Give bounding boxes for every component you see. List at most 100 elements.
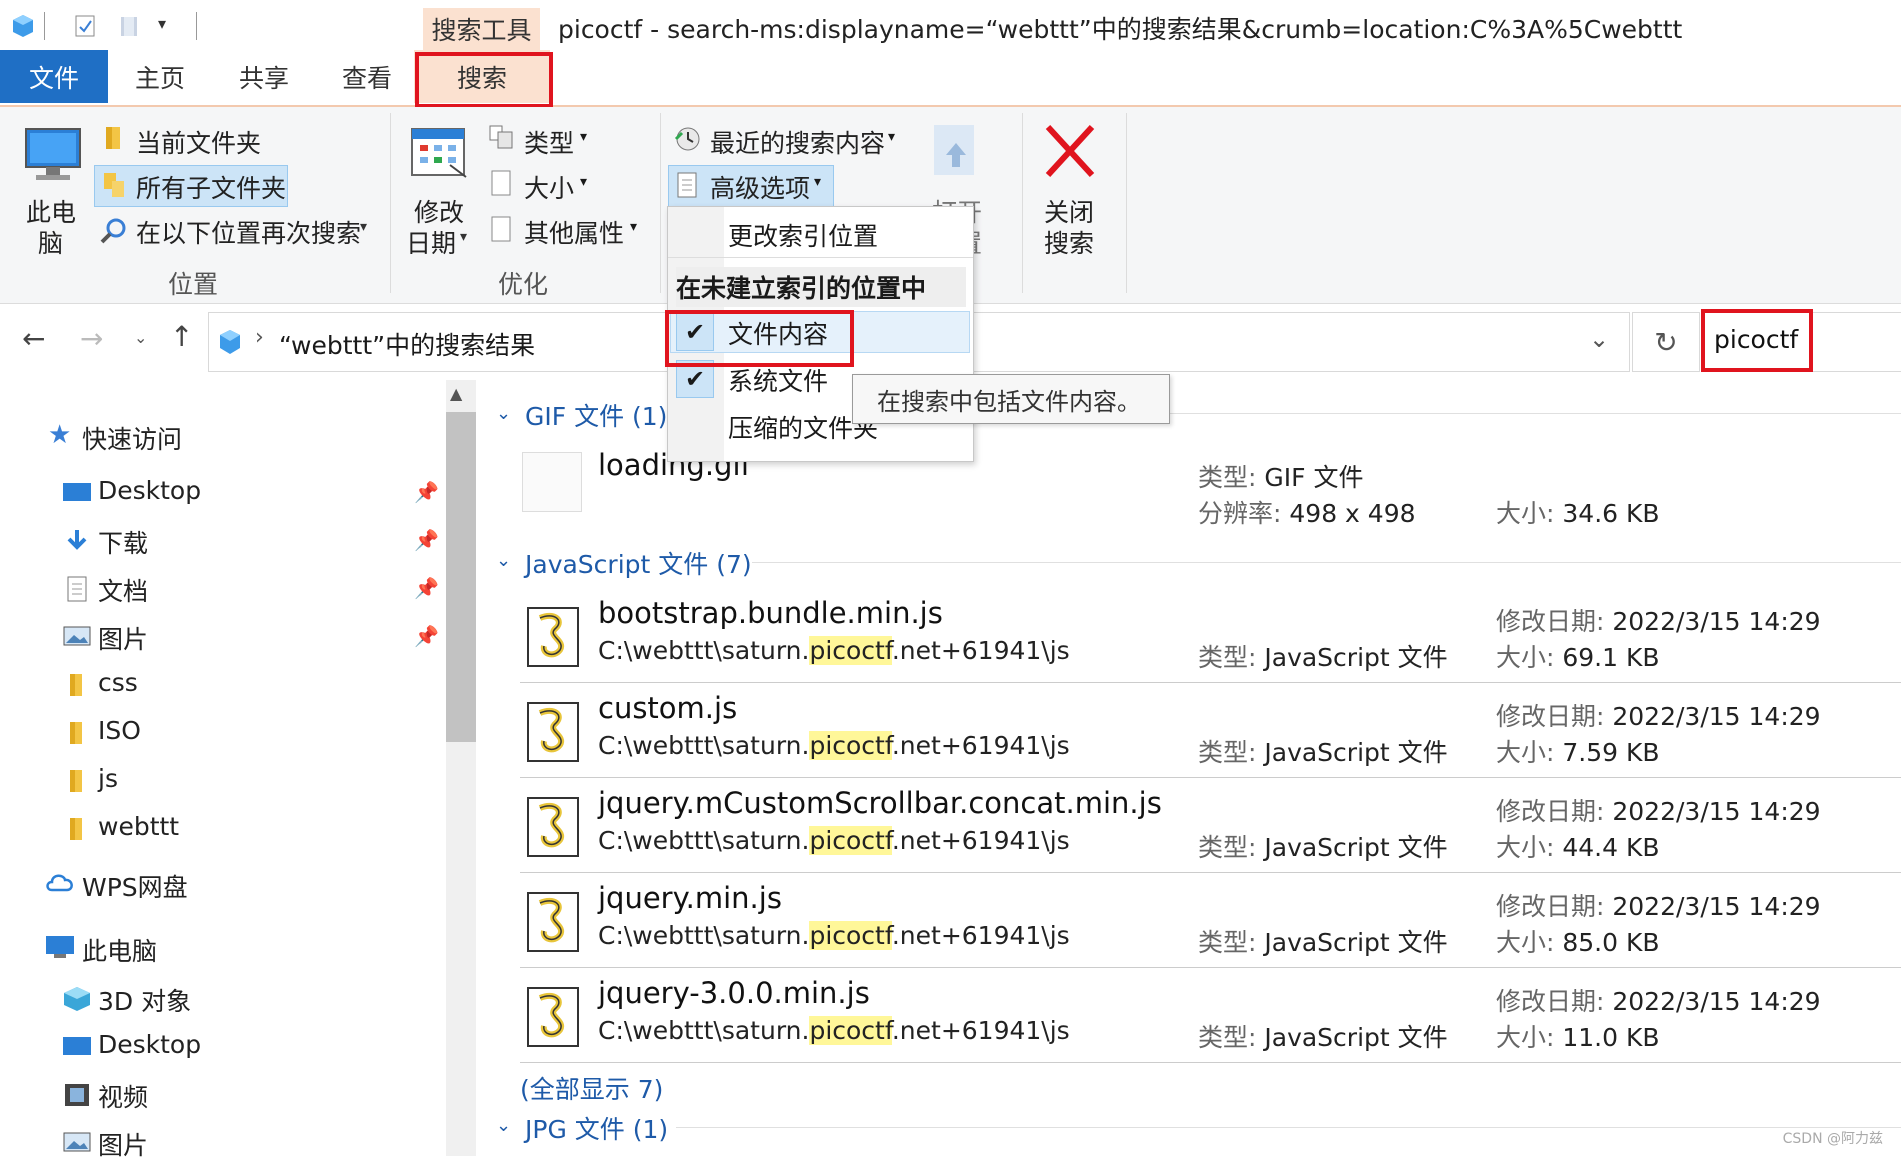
group-header-jpg[interactable]: JPG 文件 (1) xyxy=(525,1110,668,1146)
javascript-file-icon xyxy=(526,701,582,763)
sidebar-item-this-pc[interactable]: 此电脑 xyxy=(82,932,157,968)
date-value: 2022/3/15 14:29 xyxy=(1612,797,1821,826)
close-search-line2[interactable]: 搜索 xyxy=(1044,224,1094,260)
path-suffix: .net+61941\js xyxy=(891,731,1070,760)
file-path: C:\webttt\saturn.picoctf.net+61941\js xyxy=(598,1016,1070,1045)
chevron-down-icon[interactable]: ▾ xyxy=(888,129,895,145)
breadcrumb-chevron-icon[interactable]: › xyxy=(255,325,264,350)
type-label: 类型: xyxy=(1198,928,1265,957)
customize-qat-icon[interactable]: ▾ xyxy=(158,14,166,33)
this-pc-button-line2[interactable]: 脑 xyxy=(38,224,63,260)
refresh-icon[interactable]: ↻ xyxy=(1632,312,1700,372)
highlight-box-search-tab xyxy=(415,52,553,108)
address-dropdown-chevron-icon[interactable]: ⌄ xyxy=(1589,325,1609,353)
file-resolution: 分辨率: 498 x 498 xyxy=(1198,499,1416,528)
current-folder-button[interactable]: 当前文件夹 xyxy=(136,124,261,160)
date-label: 修改日期: xyxy=(1496,892,1613,921)
show-all-link[interactable]: (全部显示 7) xyxy=(520,1070,663,1106)
sidebar-item-desktop[interactable]: Desktop xyxy=(98,476,201,505)
scrollbar-thumb[interactable] xyxy=(446,412,476,742)
recent-locations-chevron-icon[interactable]: ⌄ xyxy=(134,328,147,347)
tab-share[interactable]: 共享 xyxy=(224,50,304,103)
chevron-down-icon[interactable]: ▾ xyxy=(360,219,367,235)
highlight-box-search-query xyxy=(1701,309,1813,372)
path-prefix: C:\webttt\saturn. xyxy=(598,921,810,950)
file-type: 类型: JavaScript 文件 xyxy=(1198,1018,1448,1054)
folder-icon xyxy=(62,816,92,842)
file-date: 修改日期: 2022/3/15 14:29 xyxy=(1496,792,1821,828)
file-type: 类型: JavaScript 文件 xyxy=(1198,638,1448,674)
tab-home[interactable]: 主页 xyxy=(120,50,200,103)
divider xyxy=(676,1127,1901,1128)
folder-icon xyxy=(106,127,120,149)
kind-button[interactable]: 类型 xyxy=(524,124,574,160)
pin-icon[interactable]: 📌 xyxy=(414,528,439,552)
search-again-button[interactable]: 在以下位置再次搜索 xyxy=(136,214,361,250)
chevron-down-icon[interactable]: ▾ xyxy=(460,229,467,245)
sidebar-item-文档[interactable]: 文档 xyxy=(98,572,148,608)
path-highlight: picoctf xyxy=(809,921,892,950)
sidebar-item-quick-access[interactable]: 快速访问 xyxy=(82,420,182,456)
desktop-icon xyxy=(62,1034,92,1060)
sidebar-item-css[interactable]: css xyxy=(98,668,138,697)
collapse-chevron-icon[interactable]: ⌄ xyxy=(496,1115,511,1136)
sidebar-item-picture[interactable]: 图片 xyxy=(98,1126,148,1162)
sidebar-item-wps[interactable]: WPS网盘 xyxy=(82,868,188,904)
divider xyxy=(520,872,1901,873)
collapse-chevron-icon[interactable]: ⌄ xyxy=(496,403,511,424)
properties-icon[interactable] xyxy=(74,14,96,38)
sidebar-item-图片[interactable]: 图片 xyxy=(98,620,148,656)
file-type: 类型: JavaScript 文件 xyxy=(1198,923,1448,959)
divider xyxy=(660,113,661,293)
other-properties-icon xyxy=(491,216,511,242)
pin-icon[interactable]: 📌 xyxy=(414,624,439,648)
path-highlight: picoctf xyxy=(809,1016,892,1045)
chevron-down-icon[interactable]: ▾ xyxy=(630,219,637,235)
size-label: 大小: xyxy=(1496,738,1563,767)
sidebar-item-下载[interactable]: 下载 xyxy=(98,524,148,560)
menu-item-change-index[interactable]: 更改索引位置 xyxy=(728,217,878,253)
pin-icon[interactable]: 📌 xyxy=(414,576,439,600)
chevron-down-icon[interactable]: ▾ xyxy=(580,129,587,145)
calendar-icon xyxy=(411,128,467,178)
sidebar-item-webttt[interactable]: webttt xyxy=(98,812,179,841)
file-size: 大小: 7.59 KB xyxy=(1496,733,1660,769)
sidebar-item-iso[interactable]: ISO xyxy=(98,716,141,745)
path-suffix: .net+61941\js xyxy=(891,1016,1070,1045)
menu-item-2[interactable]: 系统文件 xyxy=(728,362,828,398)
this-pc-icon xyxy=(44,934,76,966)
collapse-chevron-icon[interactable]: ⌄ xyxy=(496,550,511,571)
scroll-up-chevron-icon[interactable]: ▲ xyxy=(450,384,462,403)
pin-icon[interactable]: 📌 xyxy=(414,480,439,504)
divider xyxy=(752,562,1901,563)
tab-view[interactable]: 查看 xyxy=(327,50,407,103)
chevron-down-icon[interactable]: ▾ xyxy=(580,174,587,190)
sidebar-item-js[interactable]: js xyxy=(98,764,118,793)
file-name[interactable]: custom.js xyxy=(598,691,737,725)
breadcrumb[interactable]: “webttt”中的搜索结果 xyxy=(279,326,535,362)
type-value: JavaScript 文件 xyxy=(1264,1023,1448,1052)
path-suffix: .net+61941\js xyxy=(891,636,1070,665)
file-name[interactable]: jquery-3.0.0.min.js xyxy=(598,976,870,1010)
recent-searches-button[interactable]: 最近的搜索内容 xyxy=(710,124,885,160)
tab-file[interactable]: 文件 xyxy=(0,50,108,103)
date-label: 修改日期: xyxy=(1496,607,1613,636)
other-properties-button[interactable]: 其他属性 xyxy=(524,214,624,250)
group-header-javascript[interactable]: JavaScript 文件 (7) xyxy=(525,545,752,581)
back-arrow-icon[interactable]: ← xyxy=(22,322,45,355)
new-folder-icon[interactable] xyxy=(118,14,140,38)
up-arrow-icon[interactable]: ↑ xyxy=(170,320,193,353)
file-name[interactable]: jquery.min.js xyxy=(598,881,782,915)
sidebar-item-3d-objects[interactable]: 3D 对象 xyxy=(98,982,191,1018)
divider xyxy=(390,113,391,293)
forward-arrow-icon[interactable]: → xyxy=(80,322,103,355)
size-button[interactable]: 大小 xyxy=(524,169,574,205)
date-modified-line2[interactable]: 日期 xyxy=(406,224,456,260)
file-name[interactable]: bootstrap.bundle.min.js xyxy=(598,596,943,630)
sidebar-item-video[interactable]: 视频 xyxy=(98,1078,148,1114)
group-header-gif[interactable]: GIF 文件 (1) xyxy=(525,397,667,433)
file-name[interactable]: jquery.mCustomScrollbar.concat.min.js xyxy=(598,786,1162,820)
star-icon: ★ xyxy=(48,420,72,450)
sidebar-item-desktop[interactable]: Desktop xyxy=(98,1030,201,1059)
advanced-options-label: 高级选项 xyxy=(710,174,811,203)
